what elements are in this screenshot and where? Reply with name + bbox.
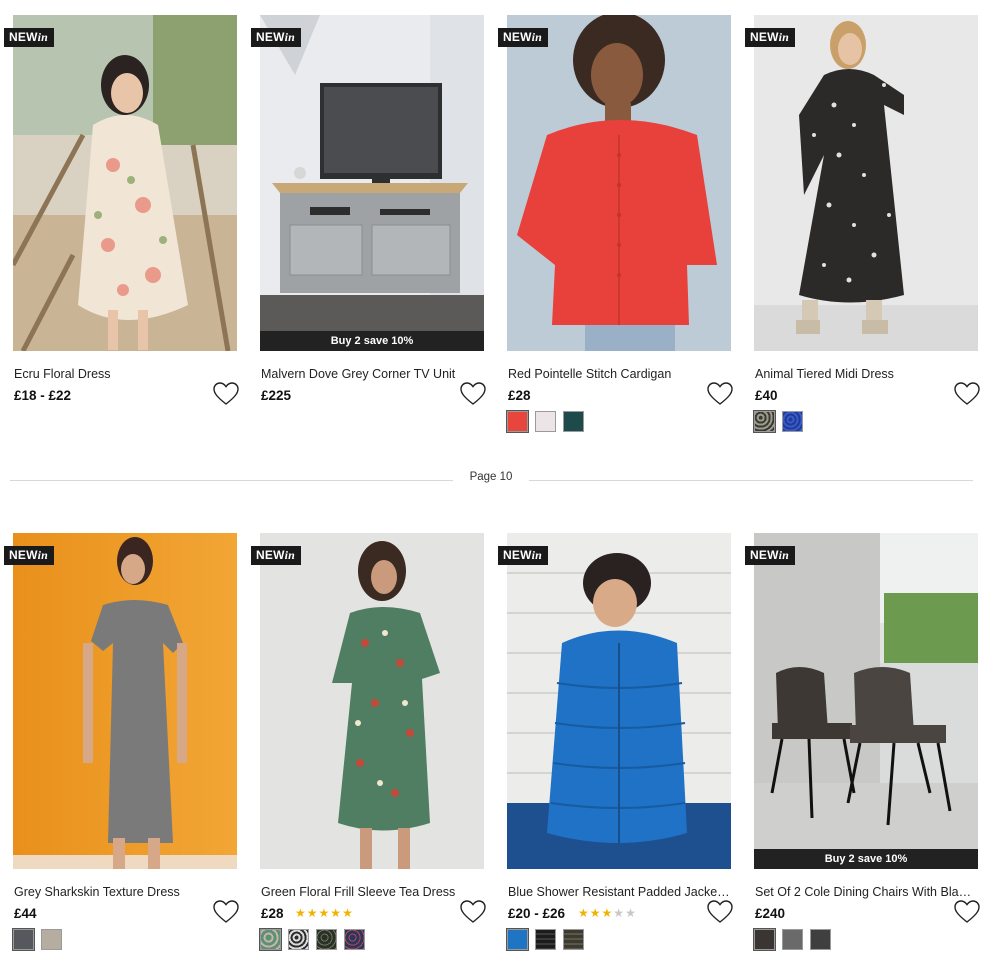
new-in-badge: NEWin bbox=[4, 28, 55, 47]
product-price: £44 bbox=[14, 906, 37, 921]
swatch-dark-grey[interactable] bbox=[810, 929, 831, 950]
product-price: £40 bbox=[755, 388, 778, 403]
colour-swatches bbox=[506, 410, 584, 433]
wishlist-heart-icon[interactable] bbox=[707, 900, 733, 924]
new-in-badge: NEWin bbox=[745, 28, 796, 47]
colour-swatches bbox=[506, 928, 584, 951]
colour-swatches bbox=[753, 928, 831, 951]
product-title[interactable]: Green Floral Frill Sleeve Tea Dress bbox=[261, 885, 483, 899]
swatch-blue[interactable] bbox=[506, 928, 529, 951]
swatch-khaki[interactable] bbox=[563, 929, 584, 950]
star-empty-icon: ★ bbox=[613, 906, 626, 920]
product-title[interactable]: Animal Tiered Midi Dress bbox=[755, 367, 977, 381]
product-image-corner-tv-unit[interactable]: Buy 2 save 10% bbox=[260, 15, 484, 351]
swatch-grey[interactable] bbox=[782, 929, 803, 950]
product-title[interactable]: Ecru Floral Dress bbox=[14, 367, 236, 381]
swatch-navy-floral[interactable] bbox=[344, 929, 365, 950]
colour-swatches bbox=[753, 410, 803, 433]
star-filled-icon: ★ bbox=[330, 906, 343, 920]
swatch-blue-print[interactable] bbox=[782, 411, 803, 432]
product-price: £225 bbox=[261, 388, 292, 403]
star-filled-icon: ★ bbox=[342, 906, 354, 920]
product-image-cole-dining-chairs[interactable]: Buy 2 save 10% bbox=[754, 533, 978, 869]
colour-swatches bbox=[12, 928, 62, 951]
product-image-grey-sharkskin-dress[interactable] bbox=[13, 533, 237, 869]
new-in-badge: NEWin bbox=[251, 546, 302, 565]
star-filled-icon: ★ bbox=[306, 906, 319, 920]
product-price: £28 bbox=[508, 388, 531, 403]
wishlist-heart-icon[interactable] bbox=[460, 900, 486, 924]
rating-stars: ★★★★★ bbox=[295, 906, 354, 920]
product-title[interactable]: Grey Sharkskin Texture Dress bbox=[14, 885, 236, 899]
product-image-blue-padded-jacket[interactable] bbox=[507, 533, 731, 869]
swatch-stone[interactable] bbox=[41, 929, 62, 950]
swatch-green-floral[interactable] bbox=[259, 928, 282, 951]
new-in-badge: NEWin bbox=[745, 546, 796, 565]
product-price: £240 bbox=[755, 906, 786, 921]
product-title[interactable]: Red Pointelle Stitch Cardigan bbox=[508, 367, 730, 381]
wishlist-heart-icon[interactable] bbox=[954, 382, 980, 406]
product-title[interactable]: Set Of 2 Cole Dining Chairs With Black L… bbox=[755, 885, 977, 899]
product-image-green-floral-tea-dress[interactable] bbox=[260, 533, 484, 869]
new-in-badge: NEWin bbox=[498, 546, 549, 565]
rating-stars: ★★★★★ bbox=[578, 906, 637, 920]
page-number-label: Page 10 bbox=[469, 471, 513, 483]
star-empty-icon: ★ bbox=[625, 906, 637, 920]
page-divider-left bbox=[10, 480, 453, 481]
star-filled-icon: ★ bbox=[318, 906, 331, 920]
wishlist-heart-icon[interactable] bbox=[213, 382, 239, 406]
wishlist-heart-icon[interactable] bbox=[460, 382, 486, 406]
product-price: £18 - £22 bbox=[14, 388, 72, 403]
page-divider-right bbox=[529, 480, 973, 481]
product-price: £20 - £26 bbox=[508, 906, 566, 921]
swatch-animal-print[interactable] bbox=[753, 410, 776, 433]
wishlist-heart-icon[interactable] bbox=[954, 900, 980, 924]
swatch-pale-pink[interactable] bbox=[535, 411, 556, 432]
product-title[interactable]: Malvern Dove Grey Corner TV Unit bbox=[261, 367, 483, 381]
new-in-badge: NEWin bbox=[498, 28, 549, 47]
swatch-teal[interactable] bbox=[563, 411, 584, 432]
product-title[interactable]: Blue Shower Resistant Padded Jacket (3-1… bbox=[508, 885, 730, 899]
swatch-mono-print[interactable] bbox=[288, 929, 309, 950]
swatch-charcoal[interactable] bbox=[753, 928, 776, 951]
star-filled-icon: ★ bbox=[601, 906, 614, 920]
swatch-grey[interactable] bbox=[12, 928, 35, 951]
new-in-badge: NEWin bbox=[4, 546, 55, 565]
wishlist-heart-icon[interactable] bbox=[213, 900, 239, 924]
product-price: £28 bbox=[261, 906, 284, 921]
promo-banner: Buy 2 save 10% bbox=[754, 849, 978, 869]
swatch-dark-floral[interactable] bbox=[316, 929, 337, 950]
product-image-red-cardigan[interactable] bbox=[507, 15, 731, 351]
colour-swatches bbox=[259, 928, 365, 951]
star-filled-icon: ★ bbox=[578, 906, 590, 920]
new-in-badge: NEWin bbox=[251, 28, 302, 47]
product-image-animal-midi-dress[interactable] bbox=[754, 15, 978, 351]
wishlist-heart-icon[interactable] bbox=[707, 382, 733, 406]
star-filled-icon: ★ bbox=[589, 906, 602, 920]
star-filled-icon: ★ bbox=[295, 906, 307, 920]
swatch-red[interactable] bbox=[506, 410, 529, 433]
swatch-black[interactable] bbox=[535, 929, 556, 950]
product-image-ecru-floral-dress[interactable] bbox=[13, 15, 237, 351]
promo-banner: Buy 2 save 10% bbox=[260, 331, 484, 351]
